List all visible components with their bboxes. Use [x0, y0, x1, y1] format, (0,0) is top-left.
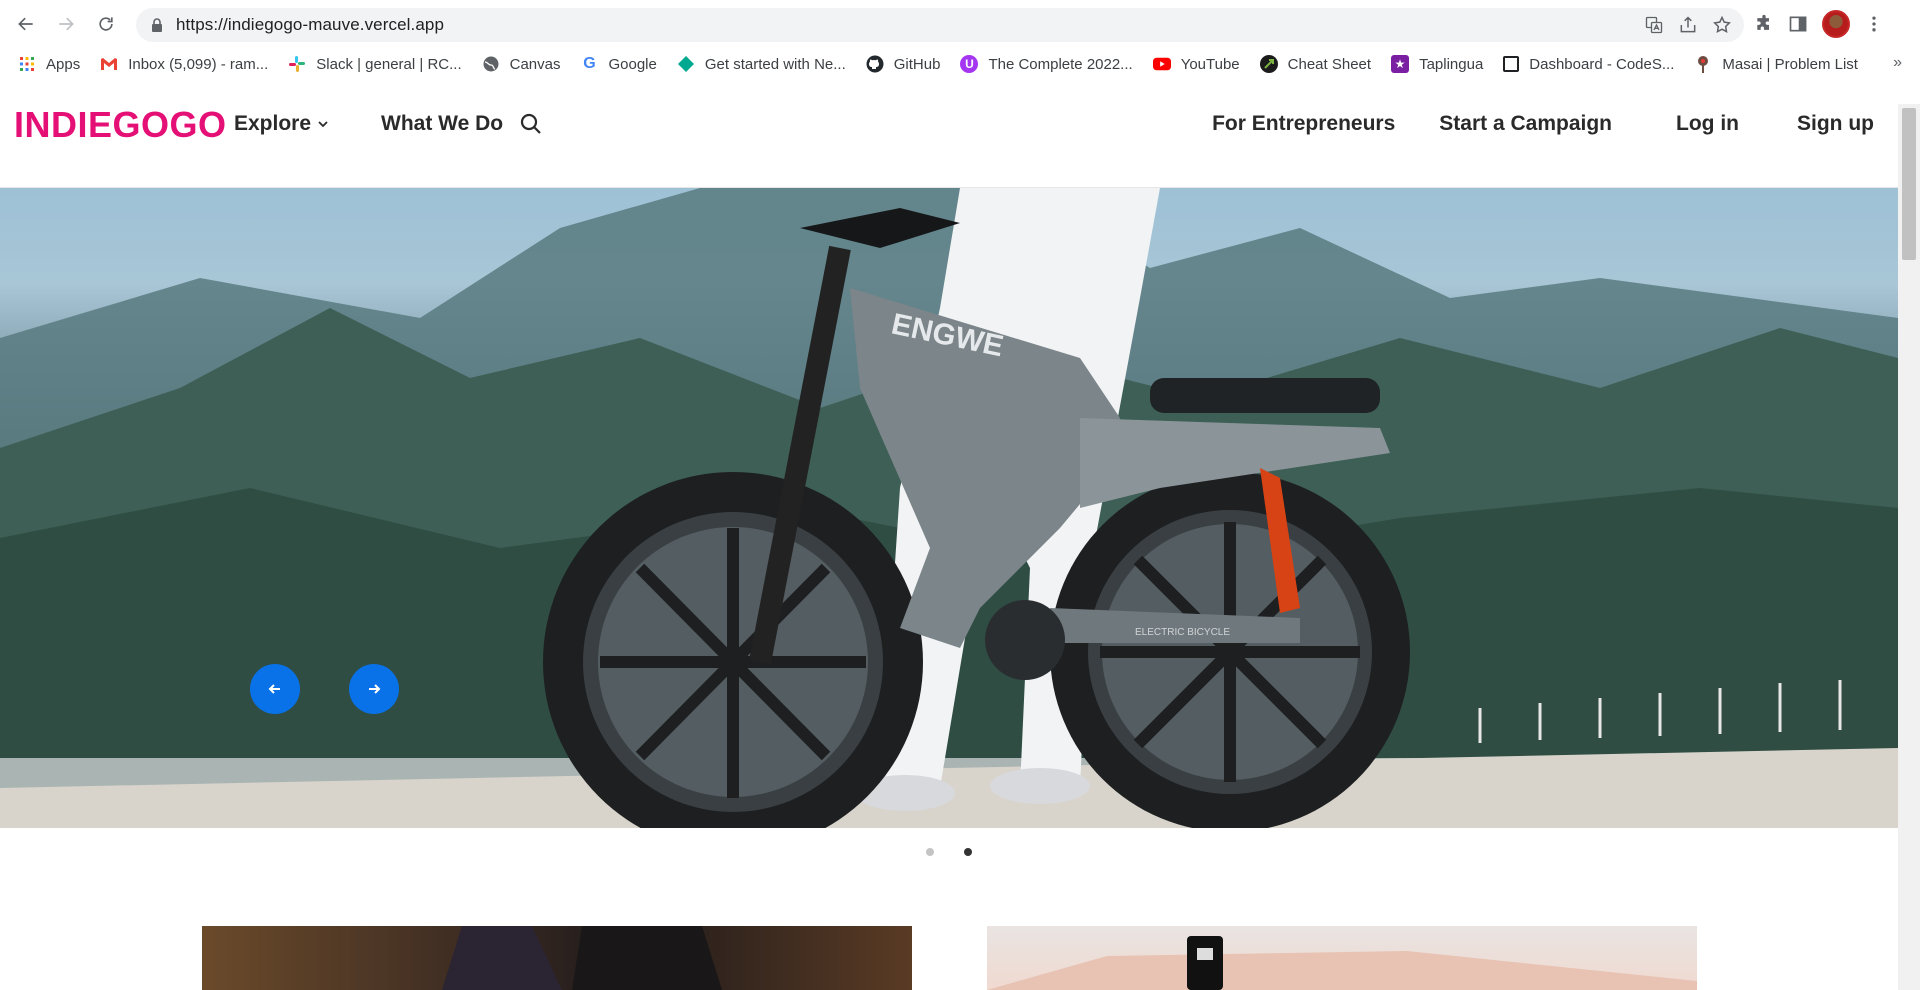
bookmark-cheatsheet[interactable]: Cheat Sheet	[1259, 55, 1372, 73]
google-icon: G	[583, 55, 596, 72]
masai-icon	[1694, 55, 1712, 73]
bookmark-label: The Complete 2022...	[988, 55, 1133, 73]
diamond-icon	[677, 55, 695, 73]
gmail-icon	[100, 55, 118, 73]
bookmark-masai[interactable]: Masai | Problem List	[1694, 55, 1858, 73]
arrow-right-icon	[59, 17, 74, 31]
bookmark-label: Get started with Ne...	[704, 55, 846, 73]
bookmark-codesignal[interactable]: Dashboard - CodeS...	[1503, 56, 1674, 73]
arrow-left-icon	[268, 684, 280, 694]
bookmark-canvas[interactable]: Canvas	[482, 55, 561, 73]
campaign-card-image[interactable]	[987, 926, 1697, 990]
bookmark-label: GitHub	[893, 55, 941, 73]
share-icon[interactable]	[1678, 15, 1698, 35]
bookmark-udemy[interactable]: U The Complete 2022...	[960, 55, 1133, 73]
explore-label: Explore	[234, 112, 312, 135]
square-icon	[1503, 56, 1520, 72]
bookmark-github[interactable]: GitHub	[866, 55, 941, 73]
carousel-prev-button[interactable]	[250, 664, 300, 714]
bookmark-label: YouTube	[1180, 55, 1240, 73]
extensions-icon[interactable]	[1754, 14, 1774, 34]
carousel-next-button[interactable]	[349, 664, 399, 714]
bookmark-youtube[interactable]: YouTube	[1152, 55, 1240, 73]
cheatsheet-icon	[1259, 55, 1278, 73]
udemy-icon: U	[960, 55, 979, 73]
bookmark-label: Cheat Sheet	[1287, 55, 1372, 73]
explore-menu[interactable]: Explore	[234, 112, 329, 136]
arrow-right-icon	[369, 684, 381, 694]
bookmark-taplingua[interactable]: ★ Taplingua	[1391, 55, 1483, 73]
card-2-image	[987, 936, 1697, 990]
start-campaign-link[interactable]: Start a Campaign	[1439, 112, 1612, 136]
forward-button[interactable]	[46, 4, 86, 44]
bookmark-label: Masai | Problem List	[1722, 55, 1858, 73]
github-icon	[866, 55, 884, 73]
signup-link[interactable]: Sign up	[1797, 112, 1874, 136]
bike-frame-text: ELECTRIC BICYCLE	[1135, 627, 1230, 638]
bookmark-google[interactable]: G Google	[580, 55, 657, 73]
bookmark-apps[interactable]: Apps	[18, 55, 80, 73]
globe-icon	[482, 55, 500, 73]
account-nav: For Entrepreneurs Start a Campaign Log i…	[1168, 112, 1874, 136]
card-1-image	[442, 926, 722, 990]
carousel-dot-2[interactable]	[964, 848, 972, 856]
site-logo[interactable]: INDIEGOGO	[14, 104, 227, 146]
bookmark-gmail[interactable]: Inbox (5,099) - ram...	[100, 55, 268, 73]
login-link[interactable]: Log in	[1676, 112, 1739, 136]
hero-image: ENGWE ELECTRIC BICYCLE	[0, 188, 1898, 828]
carousel-indicators	[926, 848, 972, 856]
address-bar[interactable]: https://indiegogo-mauve.vercel.app	[136, 8, 1744, 42]
reload-button[interactable]	[86, 4, 126, 44]
bookmarks-bar: Apps Inbox (5,099) - ram... Slack | gene…	[0, 48, 1920, 80]
reload-icon	[99, 17, 113, 31]
page-scrollbar[interactable]	[1898, 104, 1920, 990]
bookmark-label: Taplingua	[1419, 55, 1484, 73]
bookmark-label: Dashboard - CodeS...	[1529, 55, 1675, 73]
arrow-left-icon	[18, 17, 33, 31]
scrollbar-thumb[interactable]	[1902, 108, 1916, 260]
bookmark-label: Canvas	[509, 55, 561, 73]
more-menu-icon[interactable]	[1864, 14, 1884, 34]
primary-nav: Explore What We Do	[234, 112, 543, 136]
campaign-card-image[interactable]	[202, 926, 912, 990]
url-text: https://indiegogo-mauve.vercel.app	[176, 15, 445, 34]
hero-carousel: ENGWE ELECTRIC BICYCLE	[0, 188, 1898, 828]
bookmark-label: Slack | general | RC...	[316, 55, 462, 73]
translate-icon[interactable]	[1644, 15, 1664, 35]
profile-avatar[interactable]	[1822, 10, 1850, 38]
youtube-icon	[1152, 55, 1171, 73]
bookmark-label: Apps	[46, 55, 81, 73]
for-entrepreneurs-link[interactable]: For Entrepreneurs	[1212, 112, 1395, 136]
bookmarks-overflow-button[interactable]: »	[1893, 54, 1902, 72]
bookmark-label: Inbox (5,099) - ram...	[128, 55, 269, 73]
side-panel-icon[interactable]	[1788, 14, 1808, 34]
site-header: INDIEGOGO Explore What We Do For Entrepr…	[0, 84, 1920, 188]
bookmark-newrelic[interactable]: Get started with Ne...	[677, 55, 846, 73]
what-we-do-link[interactable]: What We Do	[381, 112, 503, 136]
bookmark-label: Google	[608, 55, 657, 73]
star-icon: ★	[1391, 55, 1410, 73]
bookmark-slack[interactable]: Slack | general | RC...	[288, 55, 462, 73]
back-button[interactable]	[6, 4, 46, 44]
browser-toolbar: https://indiegogo-mauve.vercel.app	[0, 0, 1920, 48]
star-bookmark-icon[interactable]	[1712, 15, 1732, 35]
search-icon[interactable]	[519, 112, 543, 136]
lock-icon	[152, 18, 162, 32]
apps-grid-icon	[18, 55, 36, 73]
chevron-down-icon	[318, 121, 328, 128]
slack-icon	[288, 55, 306, 73]
carousel-dot-1[interactable]	[926, 848, 934, 856]
